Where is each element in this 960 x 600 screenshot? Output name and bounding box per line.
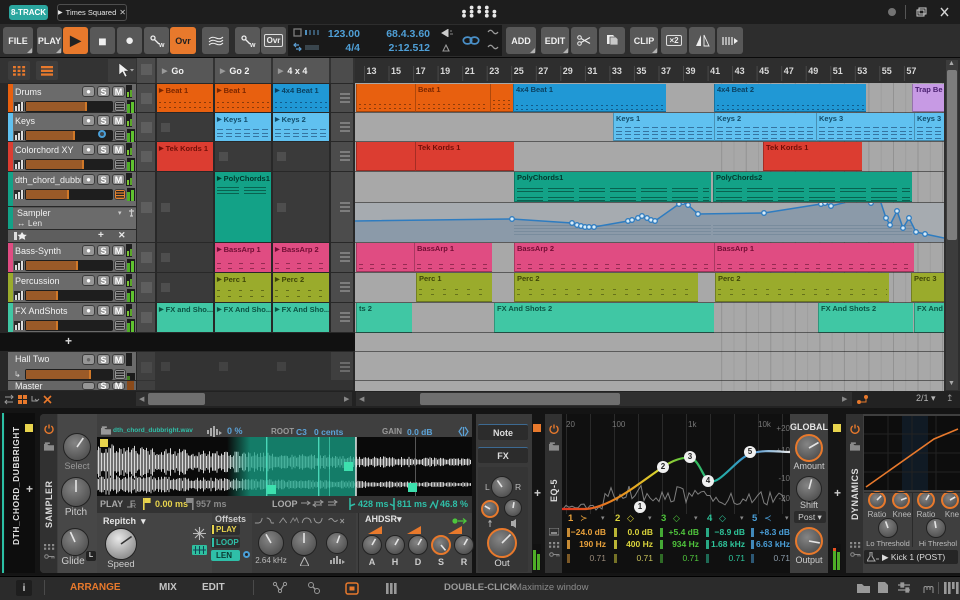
svg-text:R: R [131,503,136,509]
svg-text:w: w [158,42,165,48]
svg-text:w: w [249,42,256,48]
